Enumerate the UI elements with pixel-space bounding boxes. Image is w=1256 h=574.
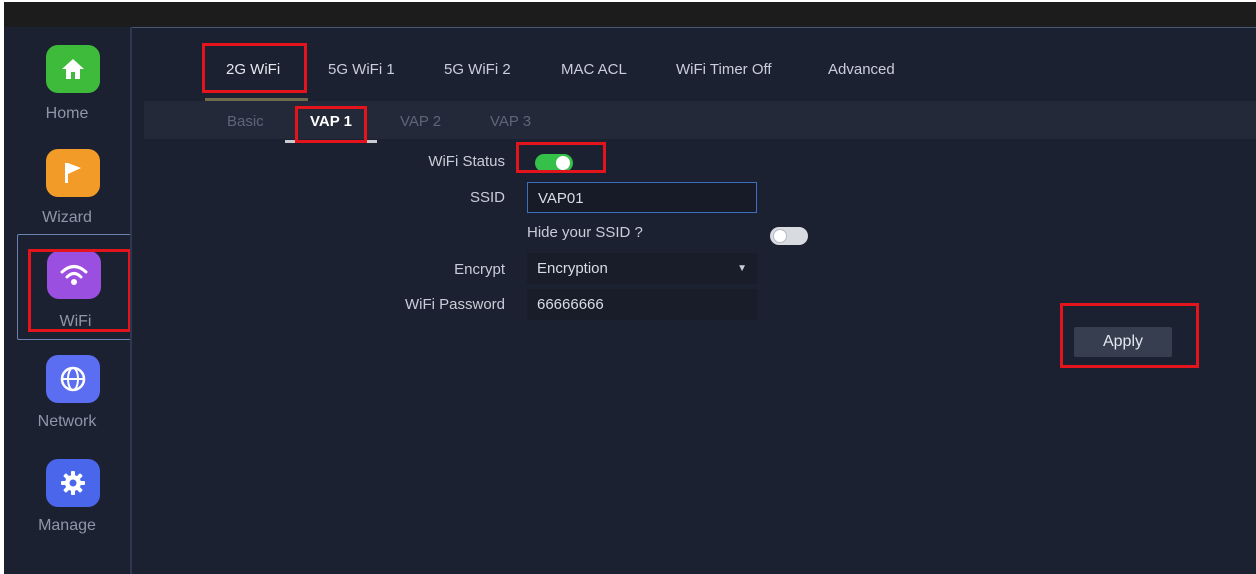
- encrypt-label: Encrypt: [454, 261, 505, 278]
- sidebar-item-label: Manage: [38, 517, 96, 534]
- subtab-vap-3[interactable]: VAP 3: [490, 113, 531, 130]
- flag-icon: [46, 149, 100, 197]
- sidebar-item-label: Home: [45, 105, 89, 122]
- sidebar-item-home[interactable]: Home: [4, 39, 130, 139]
- subtab-basic[interactable]: Basic: [227, 113, 264, 130]
- encrypt-select-value: Encryption: [537, 260, 608, 277]
- dropdown-arrow-icon: ▼: [737, 263, 747, 274]
- tab-5g-wifi-1[interactable]: 5G WiFi 1: [328, 61, 395, 78]
- tab-advanced[interactable]: Advanced: [828, 61, 895, 78]
- highlight-box-vap-1: [295, 106, 367, 143]
- globe-icon: [46, 355, 100, 403]
- sidebar-item-manage[interactable]: Manage: [4, 453, 130, 553]
- wifi-password-input[interactable]: 66666666: [527, 289, 757, 320]
- encrypt-select[interactable]: Encryption ▼: [527, 253, 757, 284]
- tab-mac-acl[interactable]: MAC ACL: [561, 61, 627, 78]
- sidebar: Home Wizard WiFi Network Manage: [4, 27, 133, 574]
- highlight-box-wifi: [28, 249, 131, 332]
- sidebar-item-label: Network: [37, 413, 97, 430]
- highlight-box-wifi-status: [516, 142, 606, 173]
- tab-wifi-timer-off[interactable]: WiFi Timer Off: [676, 61, 772, 78]
- wifi-status-label: WiFi Status: [428, 153, 505, 170]
- sidebar-item-label: Wizard: [42, 209, 92, 226]
- highlight-box-apply: [1060, 303, 1199, 368]
- home-icon: [46, 45, 100, 93]
- top-strip: [4, 2, 1256, 27]
- ssid-input[interactable]: VAP01: [527, 182, 757, 213]
- wifi-password-label: WiFi Password: [404, 296, 505, 313]
- router-admin-app: Home Wizard WiFi Network Manage 2G WiFi …: [4, 2, 1256, 574]
- content-panel: 2G WiFi 5G WiFi 1 5G WiFi 2 MAC ACL WiFi…: [132, 27, 1256, 574]
- tab-5g-wifi-2[interactable]: 5G WiFi 2: [444, 61, 511, 78]
- ssid-label: SSID: [469, 189, 505, 206]
- gear-icon: [46, 459, 100, 507]
- hide-ssid-toggle[interactable]: [770, 227, 808, 245]
- subtab-vap-2[interactable]: VAP 2: [400, 113, 441, 130]
- highlight-box-2g-wifi: [202, 43, 307, 93]
- sidebar-item-network[interactable]: Network: [4, 349, 130, 449]
- sidebar-item-wizard[interactable]: Wizard: [4, 143, 130, 243]
- hide-ssid-label: Hide your SSID ?: [527, 224, 643, 241]
